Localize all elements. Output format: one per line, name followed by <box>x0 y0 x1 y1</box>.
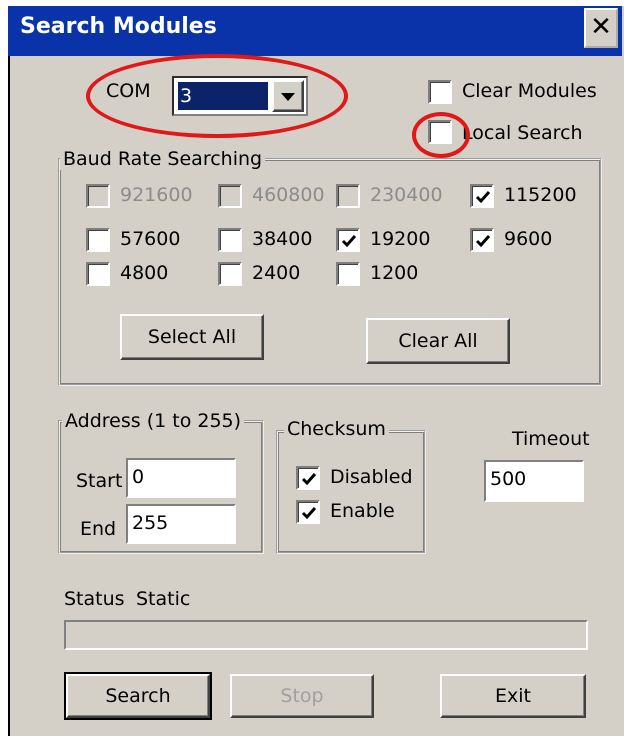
baud-9600-label: 9600 <box>504 228 553 250</box>
checkmark-icon <box>301 507 317 520</box>
checksum-enable-checkbox[interactable] <box>296 500 320 524</box>
baud-460800-checkbox[interactable] <box>218 184 242 208</box>
end-address-input[interactable]: 255 <box>126 504 236 544</box>
checksum-group <box>276 430 426 554</box>
checksum-group-label: Checksum <box>284 418 389 440</box>
baud-230400-checkbox[interactable] <box>336 184 360 208</box>
start-label: Start <box>76 470 123 492</box>
select-all-button[interactable]: Select All <box>120 314 264 360</box>
clear-modules-checkbox[interactable] <box>428 80 452 104</box>
status-progress-bar <box>64 620 588 650</box>
baud-19200-checkbox[interactable] <box>336 228 360 252</box>
address-group-label: Address (1 to 255) <box>62 410 245 432</box>
clear-all-button[interactable]: Clear All <box>366 318 510 364</box>
checkmark-icon <box>341 235 357 248</box>
baud-4800-label: 4800 <box>120 262 169 284</box>
status-text: Static <box>136 588 191 610</box>
checksum-disabled-checkbox[interactable] <box>296 466 320 490</box>
local-search-label: Local Search <box>462 122 583 144</box>
start-address-input[interactable]: 0 <box>126 458 236 498</box>
baud-921600-label: 921600 <box>120 184 193 206</box>
exit-button[interactable]: Exit <box>440 674 586 718</box>
timeout-label: Timeout <box>512 428 590 450</box>
checksum-disabled-label: Disabled <box>330 466 413 488</box>
annotation-ring-com <box>86 54 348 138</box>
baud-57600-label: 57600 <box>120 228 181 250</box>
checkmark-icon <box>475 191 491 204</box>
baud-115200-label: 115200 <box>504 184 577 206</box>
end-label: End <box>80 518 117 540</box>
window-title: Search Modules <box>20 14 217 39</box>
close-icon: ✕ <box>590 12 612 42</box>
baud-4800-checkbox[interactable] <box>86 262 110 286</box>
baud-9600-checkbox[interactable] <box>470 228 494 252</box>
clear-modules-label: Clear Modules <box>462 80 597 102</box>
baud-460800-label: 460800 <box>252 184 325 206</box>
checkmark-icon <box>475 235 491 248</box>
baud-57600-checkbox[interactable] <box>86 228 110 252</box>
timeout-input[interactable]: 500 <box>484 460 584 502</box>
baud-2400-checkbox[interactable] <box>218 262 242 286</box>
baud-2400-label: 2400 <box>252 262 301 284</box>
baud-rate-group-label: Baud Rate Searching <box>60 148 266 170</box>
search-button[interactable]: Search <box>64 672 212 720</box>
annotation-ring-local-search <box>412 112 470 158</box>
checksum-enable-label: Enable <box>330 500 395 522</box>
checkmark-icon <box>301 473 317 486</box>
baud-38400-checkbox[interactable] <box>218 228 242 252</box>
baud-38400-label: 38400 <box>252 228 313 250</box>
baud-19200-label: 19200 <box>370 228 431 250</box>
baud-1200-checkbox[interactable] <box>336 262 360 286</box>
baud-921600-checkbox[interactable] <box>86 184 110 208</box>
baud-115200-checkbox[interactable] <box>470 184 494 208</box>
stop-button[interactable]: Stop <box>230 674 374 718</box>
close-button[interactable]: ✕ <box>584 8 618 48</box>
baud-1200-label: 1200 <box>370 262 419 284</box>
baud-230400-label: 230400 <box>370 184 443 206</box>
status-label: Status <box>64 588 125 610</box>
